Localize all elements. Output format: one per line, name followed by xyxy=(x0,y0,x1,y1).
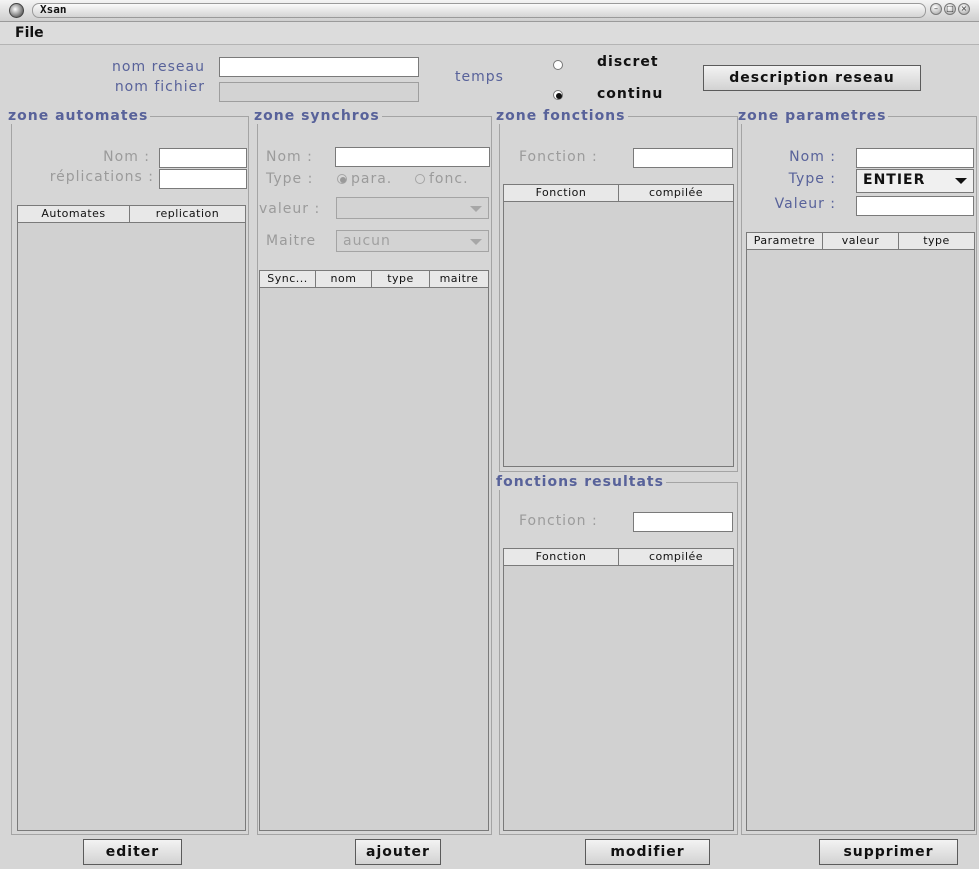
replications-input[interactable] xyxy=(159,169,247,189)
menubar: File xyxy=(0,22,979,45)
automate-nom-input[interactable] xyxy=(159,148,247,168)
parametre-valeur-label: Valeur : xyxy=(774,196,836,212)
continu-label: continu xyxy=(597,86,664,102)
col-maitre[interactable]: maitre xyxy=(430,271,488,287)
para-label: para. xyxy=(351,171,393,187)
zone-automates-title: zone automates xyxy=(8,108,149,124)
parametre-nom-label: Nom : xyxy=(789,149,836,165)
minimize-icon[interactable]: – xyxy=(930,3,942,15)
nom-fichier-input[interactable] xyxy=(219,82,419,102)
col-type[interactable]: type xyxy=(372,271,430,287)
zone-parametres-title: zone parametres xyxy=(738,108,887,124)
col-compilee[interactable]: compilée xyxy=(619,185,733,201)
app-icon[interactable] xyxy=(9,3,24,18)
zone-fonctions-title: zone fonctions xyxy=(496,108,626,124)
continu-radio[interactable] xyxy=(553,90,563,100)
chevron-down-icon xyxy=(470,206,482,212)
chevron-down-icon xyxy=(955,178,967,184)
window-title: Xsan xyxy=(40,3,67,16)
nom-fichier-label: nom fichier xyxy=(114,79,205,95)
maitre-value: aucun xyxy=(343,233,391,249)
synchro-type-label: Type : xyxy=(266,171,314,187)
nom-reseau-input[interactable] xyxy=(219,57,419,77)
editer-button[interactable]: editer xyxy=(83,839,182,865)
fonctions-table[interactable]: Fonction compilée xyxy=(503,184,734,467)
synchros-table[interactable]: Sync... nom type maitre xyxy=(259,270,489,831)
menu-file[interactable]: File xyxy=(15,25,44,41)
modifier-button[interactable]: modifier xyxy=(585,839,710,865)
fonc-radio[interactable] xyxy=(415,174,425,184)
maximize-icon[interactable]: □ xyxy=(944,3,956,15)
resultats-table[interactable]: Fonction compilée xyxy=(503,548,734,831)
col-sync[interactable]: Sync... xyxy=(260,271,316,287)
parametre-valeur-input[interactable] xyxy=(856,196,974,216)
parametre-type-label: Type : xyxy=(788,171,836,187)
parametres-table[interactable]: Parametre valeur type xyxy=(746,232,975,831)
col-automates[interactable]: Automates xyxy=(18,206,130,222)
fonctions-resultats-title: fonctions resultats xyxy=(496,474,664,490)
ajouter-button[interactable]: ajouter xyxy=(355,839,441,865)
fonction-input[interactable] xyxy=(633,148,733,168)
replications-label: réplications : xyxy=(49,169,154,185)
zone-synchros-title: zone synchros xyxy=(254,108,380,124)
synchro-nom-label: Nom : xyxy=(266,149,313,165)
temps-label: temps xyxy=(455,69,504,85)
fonction-label: Fonction : xyxy=(519,149,598,165)
col-nom[interactable]: nom xyxy=(316,271,372,287)
synchro-valeur-label: valeur : xyxy=(259,201,321,217)
supprimer-button[interactable]: supprimer xyxy=(819,839,958,865)
resultat-fonction-label: Fonction : xyxy=(519,513,598,529)
parametre-type-value: ENTIER xyxy=(863,172,926,188)
parametre-nom-input[interactable] xyxy=(856,148,974,168)
col-valeur[interactable]: valeur xyxy=(823,233,899,249)
automates-table[interactable]: Automates replication xyxy=(17,205,246,831)
maitre-label: Maitre xyxy=(266,233,317,249)
discret-label: discret xyxy=(597,54,659,70)
description-reseau-button[interactable]: description reseau xyxy=(703,65,921,91)
parametre-type-combo[interactable]: ENTIER xyxy=(856,169,974,193)
col-fonction[interactable]: Fonction xyxy=(504,549,619,565)
col-replication[interactable]: replication xyxy=(130,206,245,222)
synchro-nom-input[interactable] xyxy=(335,147,490,167)
close-icon[interactable]: × xyxy=(958,3,970,15)
discret-radio[interactable] xyxy=(553,60,563,70)
chevron-down-icon xyxy=(470,239,482,245)
window-titlebar[interactable]: Xsan – □ × xyxy=(0,0,979,22)
resultat-fonction-input[interactable] xyxy=(633,512,733,532)
maitre-combo[interactable]: aucun xyxy=(336,230,489,252)
fonc-label: fonc. xyxy=(429,171,469,187)
nom-reseau-label: nom reseau xyxy=(112,59,205,75)
col-compilee[interactable]: compilée xyxy=(619,549,733,565)
col-type[interactable]: type xyxy=(899,233,974,249)
automate-nom-label: Nom : xyxy=(103,149,150,165)
synchro-valeur-combo[interactable] xyxy=(336,197,489,219)
title-pill xyxy=(32,3,926,18)
col-parametre[interactable]: Parametre xyxy=(747,233,823,249)
para-radio[interactable] xyxy=(337,174,347,184)
col-fonction[interactable]: Fonction xyxy=(504,185,619,201)
